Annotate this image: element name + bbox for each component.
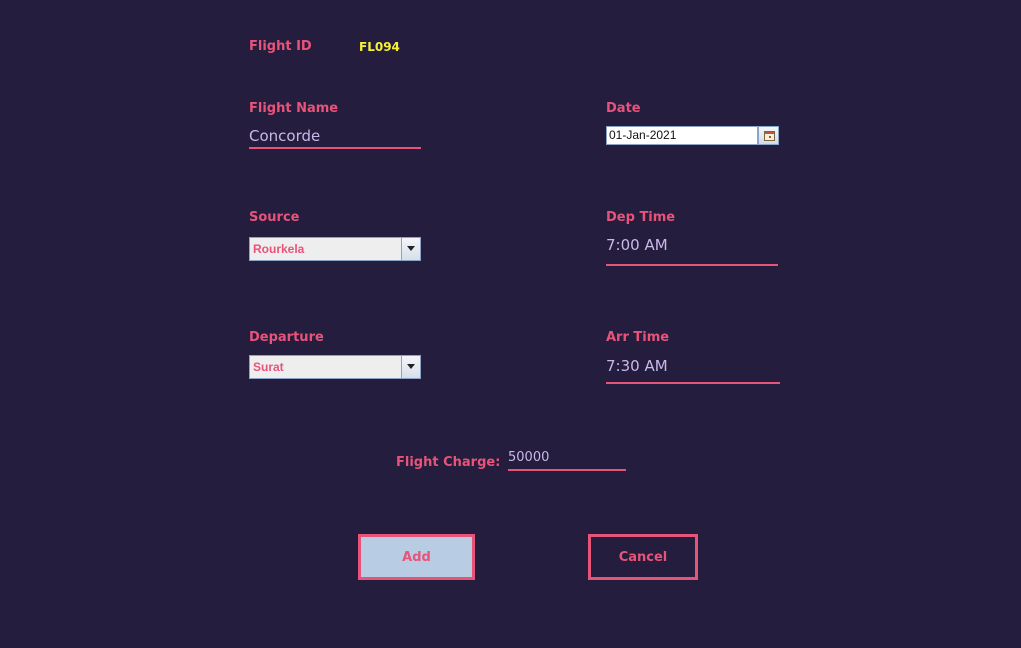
departure-label: Departure [249, 330, 324, 345]
flight-name-field[interactable]: Concorde [249, 125, 421, 149]
date-field[interactable]: 01-Jan-2021 [606, 126, 758, 145]
date-label: Date [606, 101, 641, 116]
source-label: Source [249, 210, 300, 225]
flight-id-label: Flight ID [249, 39, 312, 54]
cancel-button[interactable]: Cancel [588, 534, 698, 580]
chevron-down-icon[interactable] [401, 356, 420, 378]
source-select[interactable]: Rourkela [249, 237, 421, 261]
departure-selected-value: Surat [253, 360, 284, 374]
date-picker-button[interactable] [758, 126, 779, 145]
dep-time-field[interactable]: 7:00 AM [606, 234, 778, 266]
flight-charge-label: Flight Charge: [396, 455, 501, 470]
calendar-icon [764, 131, 775, 141]
arr-time-label: Arr Time [606, 330, 670, 345]
arr-time-field[interactable]: 7:30 AM [606, 355, 780, 384]
add-button[interactable]: Add [358, 534, 475, 580]
flight-id-value: FL094 [359, 40, 400, 54]
departure-select[interactable]: Surat [249, 355, 421, 379]
dep-time-label: Dep Time [606, 210, 676, 225]
source-selected-value: Rourkela [253, 242, 305, 256]
flight-name-label: Flight Name [249, 101, 339, 116]
chevron-down-icon[interactable] [401, 238, 420, 260]
flight-charge-field[interactable]: 50000 [508, 448, 626, 471]
